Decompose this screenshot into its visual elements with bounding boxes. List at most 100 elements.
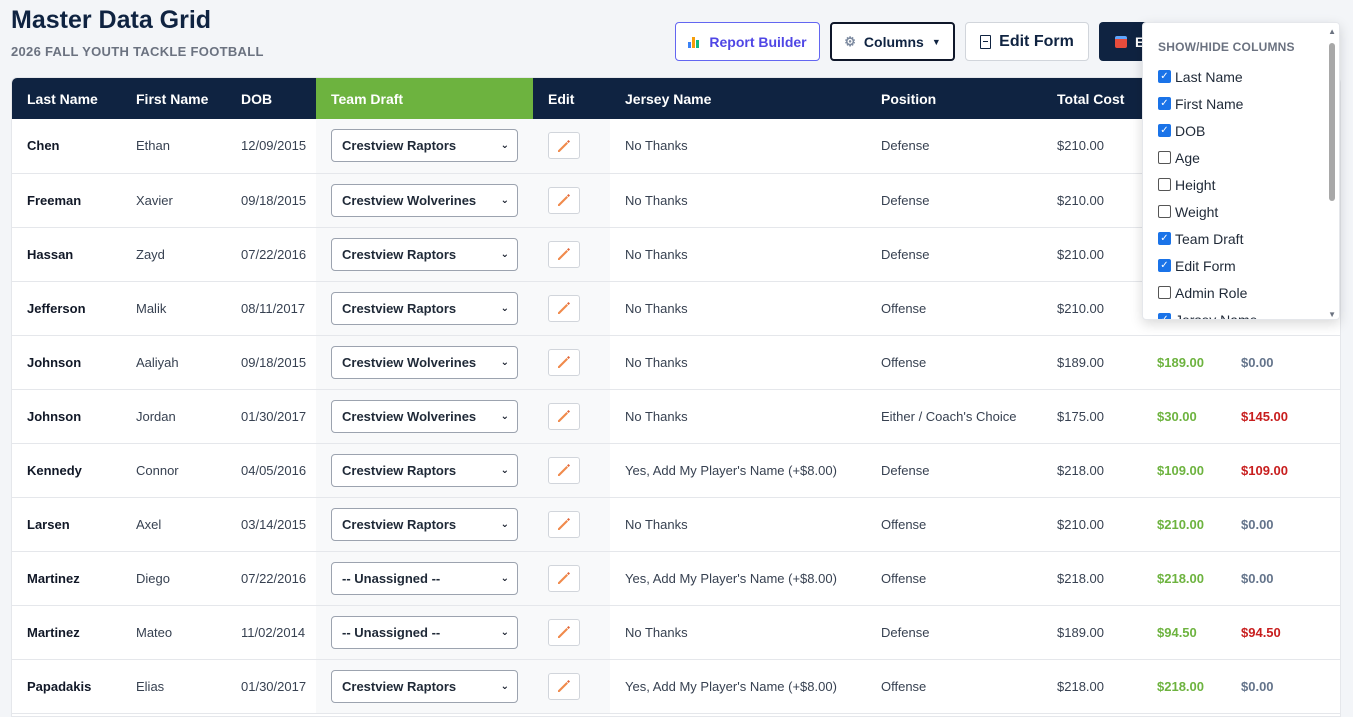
column-toggle-item[interactable]: First Name (1158, 90, 1328, 117)
cell-total-cost: $210.00 (1042, 173, 1142, 228)
cell-balance-due: $0.00 (1226, 659, 1340, 714)
cell-first-name: Zayd (121, 227, 226, 282)
column-toggle-item[interactable]: DOB (1158, 117, 1328, 144)
cell-last-name: Johnson (12, 389, 121, 444)
columns-button[interactable]: ⚙ Columns ▼ (830, 22, 955, 61)
column-toggle-item[interactable]: Height (1158, 171, 1328, 198)
edit-row-button[interactable] (548, 564, 580, 592)
column-toggle-item[interactable]: Last Name (1158, 63, 1328, 90)
cell-last-name: Chen (12, 119, 121, 174)
edit-row-button[interactable] (548, 348, 580, 376)
col-header-jersey-name[interactable]: Jersey Name (610, 78, 866, 119)
cell-dob: 12/09/2015 (226, 119, 316, 174)
cell-last-name: Martinez (12, 551, 121, 606)
column-checkbox[interactable] (1158, 97, 1171, 110)
cell-dob: 01/30/2017 (226, 659, 316, 714)
cell-total-cost: $210.00 (1042, 497, 1142, 552)
team-draft-select[interactable]: Crestview Raptors ⌄ (331, 291, 518, 325)
team-draft-value: Crestview Raptors (342, 462, 457, 478)
report-builder-button[interactable]: Report Builder (675, 22, 820, 61)
team-draft-select[interactable]: Crestview Wolverines ⌄ (331, 399, 518, 433)
show-hide-columns-panel: SHOW/HIDE COLUMNS Last Name First Name DOB… (1142, 22, 1340, 320)
chevron-down-icon: ⌄ (500, 356, 509, 368)
team-draft-value: Crestview Raptors (342, 516, 457, 532)
edit-row-button[interactable] (548, 510, 580, 538)
scroll-up-icon[interactable]: ▲ (1328, 27, 1336, 36)
edit-row-button[interactable] (548, 618, 580, 646)
column-checkbox[interactable] (1158, 70, 1171, 83)
column-toggle-item[interactable]: Team Draft (1158, 225, 1328, 252)
pencil-icon (558, 302, 570, 314)
cell-total-cost: $218.00 (1042, 443, 1142, 498)
pencil-icon (558, 248, 570, 260)
edit-form-button[interactable]: Edit Form (965, 22, 1089, 61)
cell-edit (533, 659, 610, 714)
cell-edit (533, 605, 610, 660)
column-checkbox[interactable] (1158, 286, 1171, 299)
caret-down-icon: ▼ (931, 36, 941, 47)
cell-jersey-name: Yes, Add My Player's Name (+$8.00) (610, 443, 866, 498)
col-header-first-name[interactable]: First Name (121, 78, 226, 119)
table-row: Martinez Diego 07/22/2016 -- Unassigned -- ⌄… (12, 551, 1340, 606)
edit-row-button[interactable] (548, 132, 580, 160)
cell-team-draft: -- Unassigned -- ⌄ (316, 551, 533, 606)
cell-edit (533, 227, 610, 282)
pencil-icon (558, 139, 570, 152)
cell-team-draft: Crestview Wolverines ⌄ (316, 173, 533, 228)
column-toggle-label: DOB (1175, 122, 1206, 139)
column-toggle-item[interactable]: Admin Role (1158, 279, 1328, 306)
scroll-down-icon[interactable]: ▼ (1328, 310, 1336, 319)
scroll-thumb[interactable] (1329, 43, 1335, 201)
columns-checkbox-list: Last Name First Name DOB Age Height Weight Tea… (1158, 63, 1328, 319)
edit-row-button[interactable] (548, 672, 580, 700)
column-checkbox[interactable] (1158, 151, 1171, 164)
team-draft-select[interactable]: Crestview Raptors ⌄ (331, 237, 518, 271)
column-checkbox[interactable] (1158, 313, 1171, 319)
column-checkbox[interactable] (1158, 124, 1171, 137)
col-header-dob[interactable]: DOB (226, 78, 316, 119)
column-checkbox[interactable] (1158, 232, 1171, 245)
edit-row-button[interactable] (548, 240, 580, 268)
column-toggle-label: Weight (1175, 203, 1219, 220)
team-draft-select[interactable]: Crestview Wolverines ⌄ (331, 183, 518, 217)
cell-total-cost: $189.00 (1042, 335, 1142, 390)
team-draft-select[interactable]: -- Unassigned -- ⌄ (331, 615, 518, 649)
col-header-position[interactable]: Position (866, 78, 1042, 119)
edit-row-button[interactable] (548, 294, 580, 322)
column-checkbox[interactable] (1158, 259, 1171, 272)
col-header-total-cost[interactable]: Total Cost (1042, 78, 1142, 119)
team-draft-select[interactable]: Crestview Raptors ⌄ (331, 129, 518, 163)
team-draft-select[interactable]: -- Unassigned -- ⌄ (331, 561, 518, 595)
chevron-down-icon: ⌄ (500, 248, 509, 260)
column-toggle-item[interactable]: Edit Form (1158, 252, 1328, 279)
team-draft-value: Crestview Raptors (342, 138, 457, 154)
column-toggle-item[interactable]: Weight (1158, 198, 1328, 225)
cell-jersey-name: No Thanks (610, 389, 866, 444)
column-toggle-item[interactable]: Jersey Name (1158, 306, 1328, 319)
cell-first-name: Elias (121, 659, 226, 714)
cell-jersey-name: No Thanks (610, 605, 866, 660)
team-draft-select[interactable]: Crestview Raptors ⌄ (331, 669, 518, 703)
col-header-last-name[interactable]: Last Name (12, 78, 121, 119)
column-checkbox[interactable] (1158, 205, 1171, 218)
cell-dob: 07/22/2016 (226, 227, 316, 282)
edit-row-button[interactable] (548, 456, 580, 484)
team-draft-select[interactable]: Crestview Raptors ⌄ (331, 453, 518, 487)
col-header-team-draft[interactable]: Team Draft (316, 78, 533, 119)
column-toggle-item[interactable]: Age (1158, 144, 1328, 171)
cell-edit (533, 173, 610, 228)
cell-team-draft: Crestview Raptors ⌄ (316, 443, 533, 498)
panel-scrollbar[interactable]: ▲ ▼ (1325, 23, 1339, 319)
cell-position: Defense (866, 605, 1042, 660)
edit-row-button[interactable] (548, 186, 580, 214)
cell-first-name: Axel (121, 497, 226, 552)
cell-amount-paid: $189.00 (1142, 335, 1226, 390)
team-draft-select[interactable]: Crestview Wolverines ⌄ (331, 345, 518, 379)
cell-first-name: Aaliyah (121, 335, 226, 390)
cell-team-draft: Crestview Raptors ⌄ (316, 119, 533, 174)
cell-dob: 04/05/2016 (226, 443, 316, 498)
column-checkbox[interactable] (1158, 178, 1171, 191)
edit-form-label: Edit Form (999, 32, 1074, 50)
team-draft-select[interactable]: Crestview Raptors ⌄ (331, 507, 518, 541)
edit-row-button[interactable] (548, 402, 580, 430)
